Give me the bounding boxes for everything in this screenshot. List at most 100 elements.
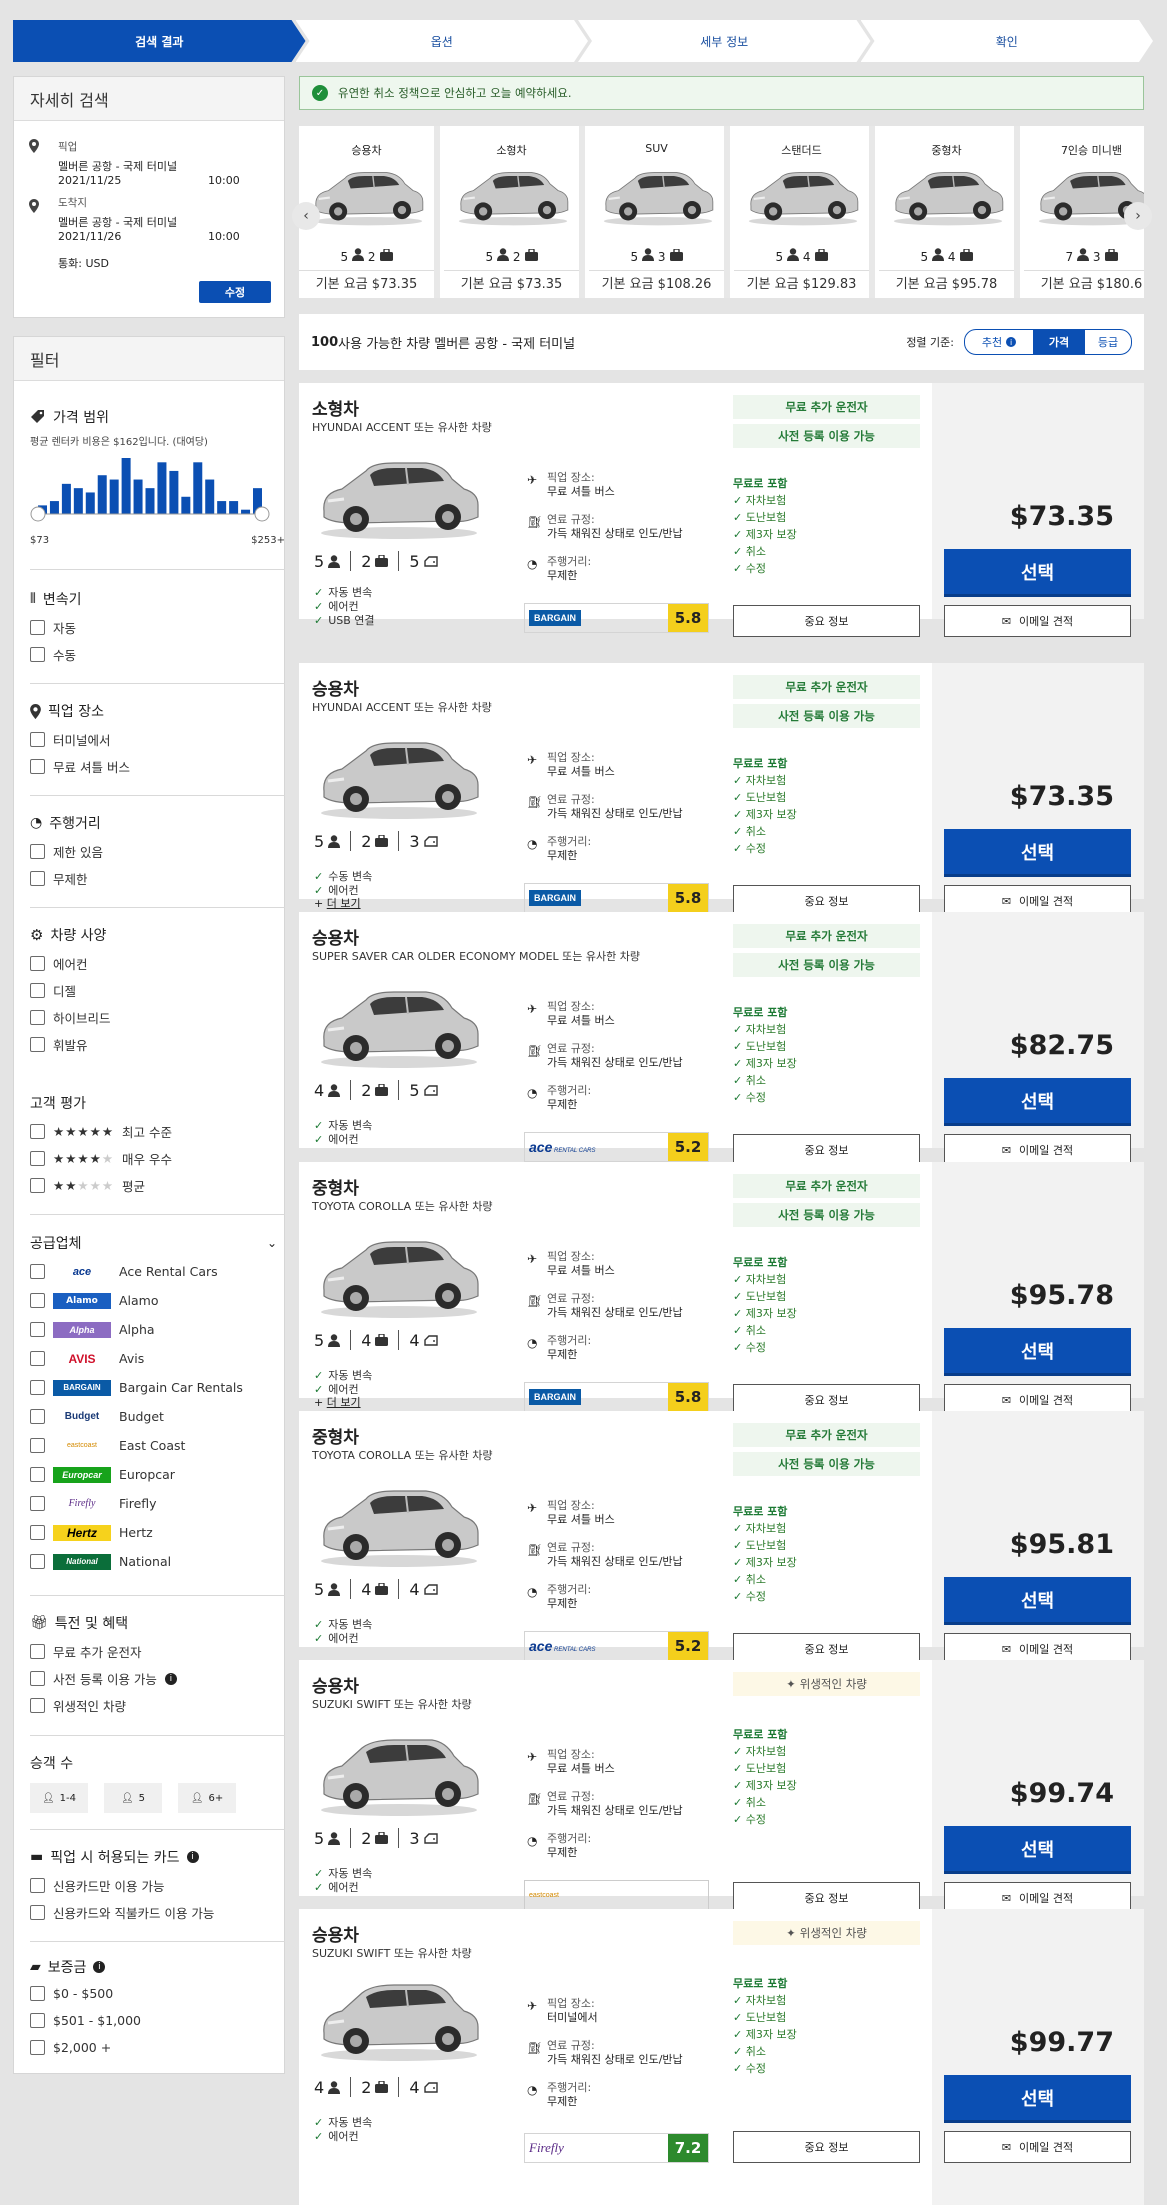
info-icon[interactable]: i: [164, 1672, 177, 1685]
see-more-link[interactable]: + 더 보기: [314, 1394, 361, 1410]
checkbox[interactable]: [30, 1438, 45, 1453]
checkbox[interactable]: [30, 1671, 45, 1686]
select-button[interactable]: 선택: [944, 1826, 1131, 1874]
checkbox[interactable]: [30, 647, 45, 662]
select-button[interactable]: 선택: [944, 1577, 1131, 1625]
vendor-rating[interactable]: eastcoast: [524, 1880, 709, 1910]
supplier-option[interactable]: BARGAIN Bargain Car Rentals: [30, 1373, 285, 1402]
checkbox[interactable]: [30, 1554, 45, 1569]
info-icon[interactable]: i: [93, 1961, 106, 1973]
supplier-option[interactable]: Alpha Alpha: [30, 1315, 285, 1344]
checkbox[interactable]: [30, 983, 45, 998]
carousel-prev-icon[interactable]: ‹: [292, 202, 320, 230]
checkbox[interactable]: [30, 1351, 45, 1366]
step-details[interactable]: 세부 정보: [578, 20, 871, 62]
checkbox[interactable]: [30, 1178, 45, 1193]
checkbox[interactable]: [30, 1322, 45, 1337]
filter-option[interactable]: ★★★★★ 최고 수준: [30, 1118, 285, 1145]
sort-rating[interactable]: 등급: [1084, 329, 1132, 355]
checkbox[interactable]: [30, 1264, 45, 1279]
filter-option[interactable]: $501 - $1,000: [30, 2007, 285, 2034]
step-options[interactable]: 옵션: [296, 20, 589, 62]
checkbox[interactable]: [30, 1644, 45, 1659]
filter-option[interactable]: $0 - $500: [30, 1980, 285, 2007]
supplier-option[interactable]: Firefly Firefly: [30, 1489, 285, 1518]
vendor-rating[interactable]: ace RENTAL CARS 5.2: [524, 1631, 709, 1661]
vendor-rating[interactable]: BARGAIN 5.8: [524, 603, 709, 633]
select-button[interactable]: 선택: [944, 549, 1131, 597]
checkbox[interactable]: [30, 1124, 45, 1139]
checkbox[interactable]: [30, 2013, 45, 2028]
filter-option[interactable]: 에어컨: [30, 950, 285, 977]
checkbox[interactable]: [30, 1905, 45, 1920]
important-info-button[interactable]: 중요 정보: [733, 2131, 920, 2163]
supplier-option[interactable]: Hertz Hertz: [30, 1518, 285, 1547]
car-category-card[interactable]: 중형차 5 4 기본 요금 $95.78: [879, 126, 1020, 298]
email-quote-button[interactable]: ✉ 이메일 견적: [944, 605, 1131, 637]
price-slider-max-handle[interactable]: [254, 506, 270, 522]
checkbox[interactable]: [30, 1878, 45, 1893]
filter-option[interactable]: 위생적인 차량: [30, 1692, 285, 1719]
filter-option[interactable]: 무료 추가 운전자: [30, 1638, 285, 1665]
checkbox[interactable]: [30, 1151, 45, 1166]
checkbox[interactable]: [30, 1010, 45, 1025]
select-button[interactable]: 선택: [944, 1328, 1131, 1376]
checkbox[interactable]: [30, 620, 45, 635]
supplier-option[interactable]: National National: [30, 1547, 285, 1576]
filter-option[interactable]: $2,000 +: [30, 2034, 285, 2061]
checkbox[interactable]: [30, 1525, 45, 1540]
checkbox[interactable]: [30, 1467, 45, 1482]
checkbox[interactable]: [30, 1986, 45, 2001]
checkbox[interactable]: [30, 1293, 45, 1308]
passenger-option[interactable]: 👤︎ 5: [104, 1783, 162, 1813]
important-info-button[interactable]: 중요 정보: [733, 605, 920, 637]
checkbox[interactable]: [30, 1496, 45, 1511]
sort-price[interactable]: 가격: [1034, 329, 1084, 355]
price-slider-min-handle[interactable]: [30, 506, 46, 522]
checkbox[interactable]: [30, 1409, 45, 1424]
filter-option[interactable]: 수동: [30, 641, 285, 668]
step-search-results[interactable]: 검색 결과: [13, 20, 306, 62]
checkbox[interactable]: [30, 844, 45, 859]
filter-option[interactable]: 하이브리드: [30, 1004, 285, 1031]
vendor-rating[interactable]: BARGAIN 5.8: [524, 1382, 709, 1412]
passenger-option[interactable]: 👤︎ 6+: [178, 1783, 236, 1813]
filter-option[interactable]: 디젤: [30, 977, 285, 1004]
filter-option[interactable]: 무제한: [30, 865, 285, 892]
checkbox[interactable]: [30, 1037, 45, 1052]
supplier-option[interactable]: Alamo Alamo: [30, 1286, 285, 1315]
checkbox[interactable]: [30, 759, 45, 774]
vendor-rating[interactable]: ace RENTAL CARS 5.2: [524, 1132, 709, 1162]
carousel-next-icon[interactable]: ›: [1124, 202, 1152, 230]
checkbox[interactable]: [30, 1698, 45, 1713]
chevron-down-icon[interactable]: ⌄: [267, 1236, 277, 1250]
sort-recommended[interactable]: 추천 i: [964, 329, 1034, 355]
filter-option[interactable]: 사전 등록 이용 가능 i: [30, 1665, 285, 1692]
checkbox[interactable]: [30, 2040, 45, 2055]
filter-option[interactable]: ★★★★★ 매우 우수: [30, 1145, 285, 1172]
info-icon[interactable]: i: [186, 1851, 199, 1863]
filter-option[interactable]: 무료 셔틀 버스: [30, 753, 285, 780]
filter-option[interactable]: ★★★★★ 평균: [30, 1172, 285, 1199]
checkbox[interactable]: [30, 956, 45, 971]
filter-option[interactable]: 신용카드와 직불카드 이용 가능: [30, 1899, 285, 1926]
checkbox[interactable]: [30, 732, 45, 747]
see-more-link[interactable]: + 더 보기: [314, 895, 361, 911]
vendor-rating[interactable]: Firefly 7.2: [524, 2133, 709, 2163]
car-category-card[interactable]: 승용차 5 2 기본 요금 $73.35: [299, 126, 440, 298]
filter-option[interactable]: 자동: [30, 614, 285, 641]
vendor-rating[interactable]: BARGAIN 5.8: [524, 883, 709, 913]
select-button[interactable]: 선택: [944, 829, 1131, 877]
supplier-option[interactable]: Europcar Europcar: [30, 1460, 285, 1489]
price-histogram[interactable]: [30, 454, 270, 529]
car-category-card[interactable]: SUV 5 3 기본 요금 $108.26: [589, 126, 730, 298]
supplier-option[interactable]: AVIS Avis: [30, 1344, 285, 1373]
car-category-card[interactable]: 스탠더드 5 4 기본 요금 $129.83: [734, 126, 875, 298]
passenger-option[interactable]: 👤︎ 1-4: [30, 1783, 88, 1813]
supplier-option[interactable]: Budget Budget: [30, 1402, 285, 1431]
step-confirm[interactable]: 확인: [861, 20, 1154, 62]
select-button[interactable]: 선택: [944, 1078, 1131, 1126]
supplier-option[interactable]: ace Ace Rental Cars: [30, 1257, 285, 1286]
filter-option[interactable]: 터미널에서: [30, 726, 285, 753]
filter-option[interactable]: 제한 있음: [30, 838, 285, 865]
